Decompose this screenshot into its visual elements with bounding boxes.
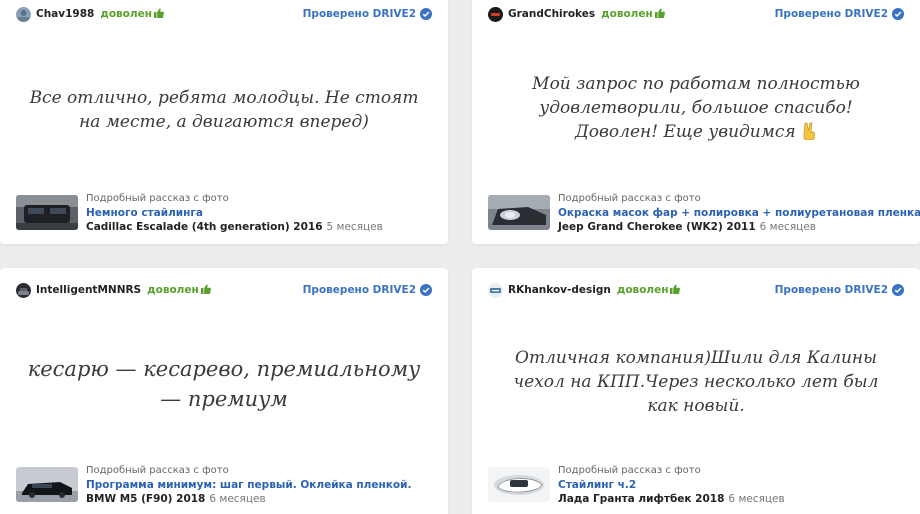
car-name[interactable]: Jeep Grand Cherokee (WK2) 2011 [558, 221, 756, 233]
thumbs-up-icon [670, 284, 681, 294]
story-label: Подробный рассказ с фото [558, 465, 701, 476]
review-card: Chav1988 доволен Проверено DRIVE2 Все от… [0, 0, 448, 244]
story-label: Подробный рассказ с фото [86, 193, 229, 204]
verified-badge: Проверено DRIVE2 [775, 284, 904, 296]
car-line: Cadillac Escalade (4th generation) 2016 5… [86, 220, 383, 234]
author-name[interactable]: IntelligentMNNRS [36, 284, 141, 296]
avatar[interactable] [16, 282, 31, 298]
verified-label: Проверено DRIVE2 [774, 284, 888, 296]
story-label: Подробный рассказ с фото [86, 465, 229, 476]
story-block: Подробный рассказ с фото Стайлинг ч.2 Ла… [488, 464, 910, 506]
review-header: GrandChirokes доволен Проверено DRIVE2 [488, 6, 904, 22]
author-name[interactable]: RKhankov-design [508, 284, 611, 296]
time-ago: 6 месяцев [759, 221, 816, 233]
story-title-link[interactable]: Программа минимум: шаг первый. Оклейка п… [86, 478, 411, 492]
time-ago: 6 месяцев [209, 493, 266, 505]
review-header: RKhankov-design доволен Проверено DRIVE2 [488, 282, 904, 298]
author-name[interactable]: GrandChirokes [508, 8, 595, 20]
thumbs-up-icon [654, 8, 665, 18]
verified-badge: Проверено DRIVE2 [303, 284, 432, 296]
status-text: доволен [616, 284, 669, 296]
review-card: GrandChirokes доволен Проверено DRIVE2 М… [472, 0, 920, 244]
review-header: Chav1988 доволен Проверено DRIVE2 [16, 6, 432, 22]
story-title-link[interactable]: Окраска масок фар + полировка + полиурет… [558, 206, 920, 220]
time-ago: 6 месяцев [728, 493, 785, 505]
status-text: доволен [147, 284, 199, 296]
story-block: Подробный рассказ с фото Немного стайлин… [16, 192, 438, 234]
verified-label: Проверено DRIVE2 [302, 8, 416, 20]
story-title-link[interactable]: Немного стайлинга [86, 206, 383, 220]
status-text: доволен [100, 8, 152, 20]
verified-label: Проверено DRIVE2 [302, 284, 416, 296]
status-text: доволен [601, 8, 653, 20]
car-name[interactable]: Лада Гранта лифтбек 2018 [558, 493, 724, 505]
story-title-link[interactable]: Стайлинг ч.2 [558, 478, 785, 492]
thumbs-up-icon [153, 8, 164, 18]
story-block: Подробный рассказ с фото Программа миним… [16, 464, 438, 506]
check-circle-icon [892, 284, 904, 296]
status-label: доволен [147, 284, 211, 296]
review-card: IntelligentMNNRS доволен Проверено DRIVE… [0, 268, 448, 514]
verified-badge: Проверено DRIVE2 [775, 8, 904, 20]
review-quote: кесарю — кесарево, премиальному — премиу… [27, 357, 421, 411]
review-header: IntelligentMNNRS доволен Проверено DRIVE… [16, 282, 432, 298]
verified-badge: Проверено DRIVE2 [303, 8, 432, 20]
story-photo[interactable] [488, 195, 550, 230]
review-quote: Все отлично, ребята молодцы. Не стоят на… [29, 88, 419, 132]
status-label: доволен [617, 284, 681, 296]
car-line: Jeep Grand Cherokee (WK2) 2011 6 месяцев [558, 220, 920, 234]
status-label: доволен [601, 8, 665, 20]
story-block: Подробный рассказ с фото Окраска масок ф… [488, 192, 920, 234]
story-label: Подробный рассказ с фото [558, 193, 701, 204]
review-card: RKhankov-design доволен Проверено DRIVE2… [472, 268, 920, 514]
avatar[interactable] [488, 6, 503, 22]
check-circle-icon [892, 8, 904, 20]
car-name[interactable]: Cadillac Escalade (4th generation) 2016 [86, 221, 323, 233]
thumbs-up-icon [200, 284, 211, 294]
victory-hand-emoji [803, 122, 815, 140]
review-quote: Мой запрос по работам полностью удовлетв… [496, 72, 896, 144]
story-photo[interactable] [488, 467, 550, 502]
avatar[interactable] [16, 6, 31, 22]
car-line: BMW M5 (F90) 2018 6 месяцев [86, 492, 411, 506]
check-circle-icon [420, 8, 432, 20]
avatar[interactable] [488, 282, 503, 298]
author-name[interactable]: Chav1988 [36, 8, 94, 20]
status-label: доволен [100, 8, 164, 20]
check-circle-icon [420, 284, 432, 296]
car-name[interactable]: BMW M5 (F90) 2018 [86, 493, 205, 505]
time-ago: 5 месяцев [326, 221, 383, 233]
verified-label: Проверено DRIVE2 [774, 8, 888, 20]
car-line: Лада Гранта лифтбек 2018 6 месяцев [558, 492, 785, 506]
review-quote: Отличная компания)Шили для Калины чехол … [513, 348, 879, 416]
story-photo[interactable] [16, 195, 78, 230]
story-photo[interactable] [16, 467, 78, 502]
